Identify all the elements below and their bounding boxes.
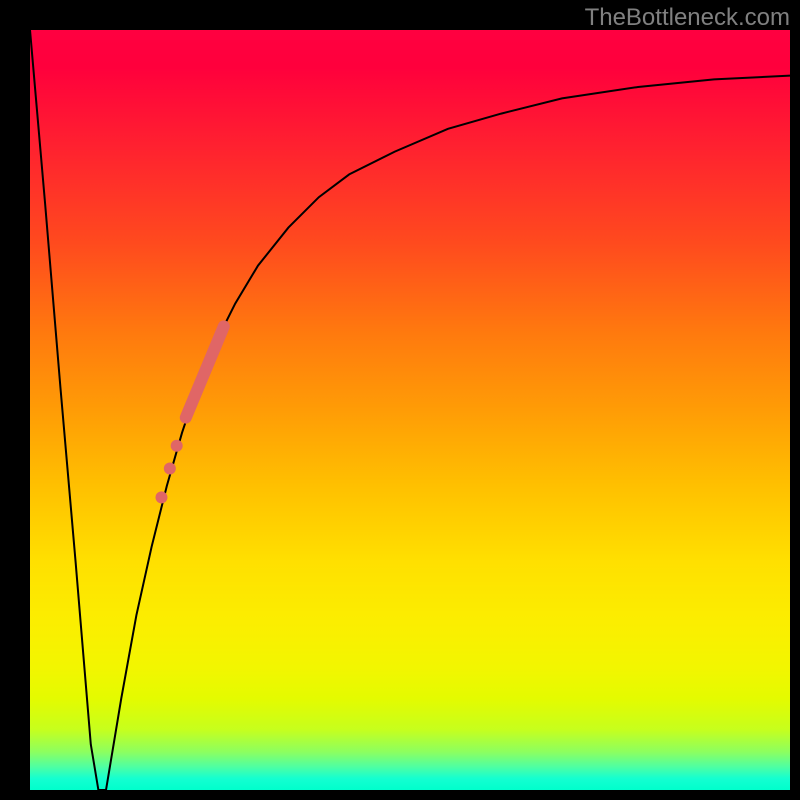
marker-dot-1 [171,440,183,452]
marker-dot-2 [164,463,176,475]
bottleneck-curve [30,30,790,790]
chart-svg [30,30,790,790]
chart-container: TheBottleneck.com [0,0,800,800]
watermark-text: TheBottleneck.com [585,4,790,32]
plot-area [30,30,790,790]
marker-dot-3 [155,491,167,503]
segment-marker [186,326,224,417]
